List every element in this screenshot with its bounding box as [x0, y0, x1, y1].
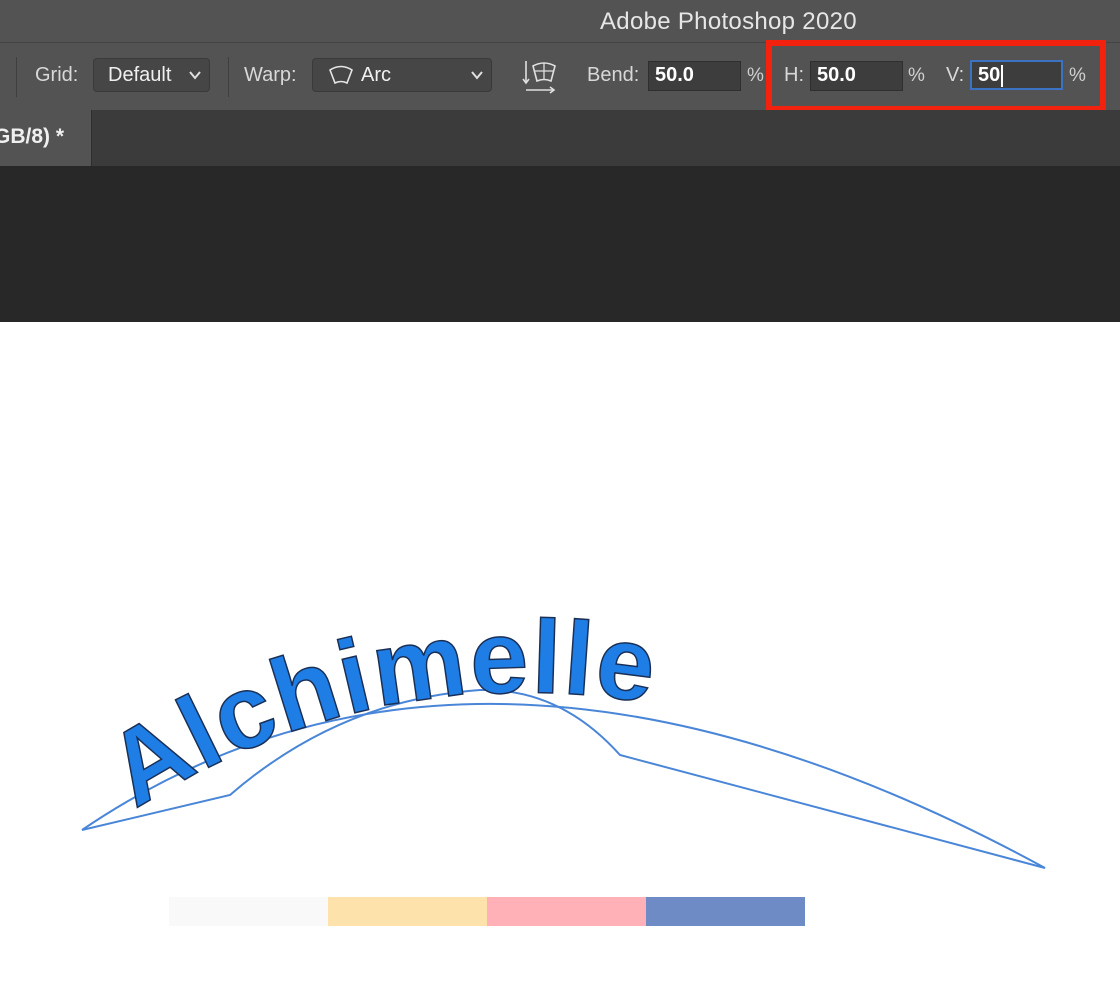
document-tab-label: GB/8) * — [0, 125, 65, 148]
warp-style-value: Arc — [361, 64, 391, 86]
app-title: Adobe Photoshop 2020 — [600, 8, 857, 35]
grid-value: Default — [108, 64, 172, 86]
bend-label: Bend: — [587, 64, 640, 86]
document-canvas[interactable]: Alchimelle — [0, 322, 1120, 988]
warped-text-artwork: Alchimelle — [81, 598, 1046, 869]
bend-unit: % — [747, 65, 764, 86]
grid-dropdown[interactable]: Default — [93, 58, 210, 92]
grid-label: Grid: — [35, 64, 79, 86]
title-bar: Adobe Photoshop 2020 — [0, 0, 1120, 42]
color-swatch — [646, 897, 805, 926]
warp-orientation-icon[interactable] — [520, 57, 558, 95]
bend-input[interactable]: 50.0 — [648, 61, 741, 91]
document-tab-bar: GB/8) * — [0, 110, 1120, 166]
color-swatch — [328, 897, 487, 926]
divider — [16, 57, 17, 97]
warp-label: Warp: — [244, 64, 297, 86]
workspace-background — [0, 166, 1120, 322]
warp-style-dropdown[interactable]: Arc — [312, 58, 492, 92]
highlight-annotation — [766, 40, 1106, 112]
arc-warp-icon — [329, 65, 353, 85]
warped-text: Alchimelle — [88, 599, 664, 829]
color-swatch — [169, 897, 328, 926]
divider — [228, 57, 229, 97]
color-swatch — [487, 897, 646, 926]
chevron-down-icon — [189, 71, 201, 80]
chevron-down-icon — [471, 71, 483, 80]
document-tab[interactable]: GB/8) * — [0, 110, 92, 166]
